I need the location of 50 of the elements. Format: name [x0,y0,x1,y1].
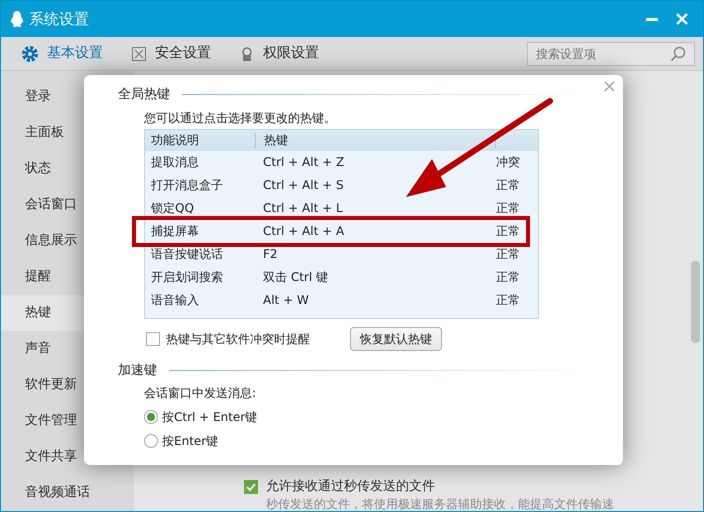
penguin-logo-icon [9,10,25,28]
table-cell-text: 捕捉屏幕 [150,224,200,238]
column-header: 热键 [255,132,495,148]
scrollbar-thumb[interactable] [691,261,700,343]
gear-icon [21,44,39,62]
checkbox-label: 允许接收通过秒传发送的文件 [266,478,435,496]
table-cell-text: 正常 [495,293,521,307]
table-cell-text: 语音输入 [150,293,200,307]
restore-defaults-button[interactable]: 恢复默认热键 [350,326,442,350]
settings-tab[interactable]: 权限设置 [239,43,319,64]
minimize-icon [646,18,658,20]
table-cell-text: 正常 [495,178,521,192]
section-title: 全局热键 [118,86,170,104]
table-cell-text: 正常 [495,201,521,215]
radio-button[interactable] [144,410,158,424]
column-header: 功能说明 [150,132,200,148]
table-cell-text: 正常 [495,270,521,284]
table-cell-text: Ctrl + Alt + A [262,224,346,238]
table-cell-text: Ctrl + Alt + S [262,178,345,192]
table-cell-text: 正常 [495,224,521,238]
close-icon [676,13,688,25]
table-cell-text: F2 [262,247,279,261]
table-cell-text: Ctrl + Alt + Z [262,155,346,169]
instruction-text: 您可以通过点击选择要更改的热键。 [144,110,337,126]
checkbox-label: 热键与其它软件冲突时提醒 [166,330,310,348]
search-input[interactable]: 搜索设置项 [536,44,670,62]
table-cell-text: 冲突 [495,155,521,169]
radio-button[interactable] [144,434,158,448]
table-cell-text: 打开消息盒子 [150,178,224,192]
table-cell-text: Alt + W [262,293,310,307]
table-cell-text: Ctrl + Alt + L [262,201,344,215]
checkbox[interactable] [146,332,160,346]
search-field[interactable]: 搜索设置项 [527,42,695,66]
sidebar-item[interactable]: 音视频通话 [1,475,134,511]
table-cell-text: 开启划词搜索 [150,270,224,284]
table-cell-text: 锁定QQ [150,201,195,215]
settings-tab[interactable]: 基本设置 [21,43,103,64]
table-cell-text: 语音按键说话 [150,247,224,261]
table-cell-text: 提取消息 [150,155,200,169]
radio-label: 按Ctrl + Enter键 [162,409,258,426]
option-label: 会话窗口中发送消息: [144,385,258,402]
radio-label: 按Enter键 [162,433,218,450]
window-title: 系统设置 [29,8,89,30]
option-description: 秒传发送的文件，将使用极速服务器辅助接收，能提高文件传输速 [266,496,614,511]
table-cell-text: 正常 [495,247,521,261]
section-title: 加速键 [118,362,157,380]
checkbox[interactable] [244,480,258,494]
table-cell-text: 双击 Ctrl 键 [262,270,329,284]
search-icon [670,46,686,62]
settings-tab[interactable]: 安全设置 [131,43,211,64]
